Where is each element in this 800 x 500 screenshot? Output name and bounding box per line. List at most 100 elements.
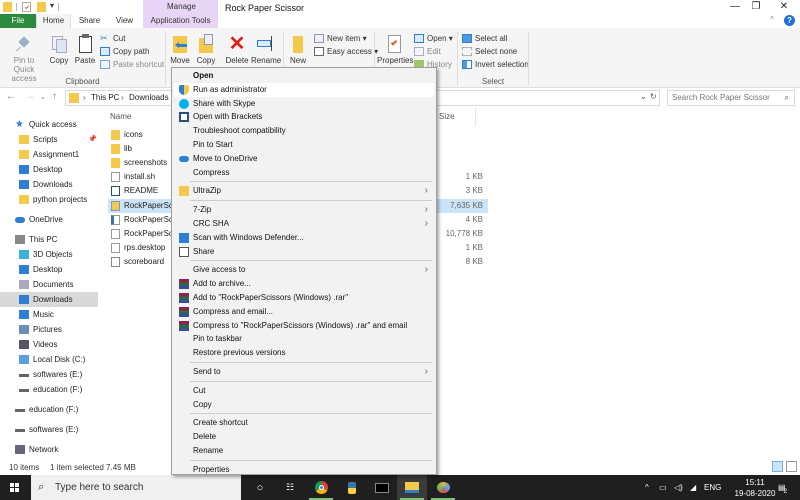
notification-center-icon[interactable]: ▤ 2	[778, 475, 787, 500]
menu-item-pin-to-start[interactable]: Pin to Start	[174, 138, 434, 152]
clock[interactable]: 15:11 19-08-2020	[730, 475, 780, 500]
new-folder-icon[interactable]	[37, 2, 46, 12]
cortana-icon[interactable]: ○	[245, 475, 275, 500]
nav-item-python-projects[interactable]: python projects	[0, 192, 98, 207]
move-to-button[interactable]: Move	[168, 34, 192, 65]
menu-item-share-with-skype[interactable]: Share with Skype	[174, 97, 434, 111]
up-button[interactable]: ↑	[52, 91, 57, 102]
customize-qat-icon[interactable]: ▾	[50, 1, 54, 10]
menu-item-add-to-archive[interactable]: Add to archive...	[174, 277, 434, 291]
menu-item-run-as-administrator[interactable]: Run as administrator	[174, 82, 434, 97]
nav-item-3d-objects[interactable]: 3D Objects	[0, 247, 98, 262]
nav-item-downloads[interactable]: Downloads	[0, 177, 98, 192]
chrome-icon[interactable]	[306, 475, 336, 500]
menu-item-delete[interactable]: Delete	[174, 430, 434, 444]
open-button[interactable]: Open ▾	[414, 33, 453, 45]
paste-shortcut-button[interactable]: Paste shortcut	[100, 59, 164, 71]
copy-path-button[interactable]: Copy path	[100, 46, 149, 58]
menu-item-copy[interactable]: Copy	[174, 398, 434, 412]
tab-home[interactable]: Home	[36, 14, 71, 28]
breadcrumb-downloads[interactable]: Downloads	[129, 93, 169, 102]
menu-item-compress-to-rockpaperscissors-windows-rar-and-email[interactable]: Compress to "RockPaperScissors (Windows)…	[174, 319, 434, 333]
taskbar-search-input[interactable]: ⌕ Type here to search	[31, 475, 241, 500]
nav-item-videos[interactable]: Videos	[0, 337, 98, 352]
copy-button[interactable]: Copy	[47, 34, 71, 65]
help-icon[interactable]: ?	[784, 15, 795, 26]
nav-item-music[interactable]: Music	[0, 307, 98, 322]
nav-item-assignment1[interactable]: Assignment1	[0, 147, 98, 162]
rename-button[interactable]: Rename	[251, 34, 281, 65]
pin-to-quick-access-button[interactable]: Pin to Quick access	[3, 34, 45, 83]
menu-item-restore-previous-versions[interactable]: Restore previous versions	[174, 346, 434, 360]
menu-item-move-to-onedrive[interactable]: Move to OneDrive	[174, 152, 434, 166]
menu-item-give-access-to[interactable]: Give access to ›	[174, 263, 434, 277]
menu-item-rename[interactable]: Rename	[174, 444, 434, 458]
column-header-name[interactable]: Name	[110, 112, 131, 121]
search-input[interactable]: Search Rock Paper Scissor ⌕	[667, 90, 795, 106]
menu-item-7-zip[interactable]: 7-Zip ›	[174, 203, 434, 217]
python-icon[interactable]	[337, 475, 367, 500]
address-dropdown-icon[interactable]: ⌄	[640, 92, 647, 101]
nav-item-scripts[interactable]: Scripts 📌	[0, 132, 98, 147]
nav-item-desktop[interactable]: Desktop	[0, 162, 98, 177]
easy-access-button[interactable]: Easy access ▾	[314, 46, 378, 58]
nav-item-softwares-e[interactable]: softwares (E:)	[0, 422, 98, 437]
large-icons-view-button[interactable]	[786, 461, 797, 472]
menu-item-open[interactable]: Open	[174, 69, 434, 83]
select-all-button[interactable]: Select all	[462, 33, 507, 45]
nav-item-network[interactable]: Network	[0, 442, 98, 457]
language-indicator[interactable]: ENG	[704, 475, 721, 500]
nav-item-pictures[interactable]: Pictures	[0, 322, 98, 337]
breadcrumb-this-pc[interactable]: This PC	[91, 93, 119, 102]
properties-button[interactable]: Properties	[377, 34, 413, 65]
wifi-icon[interactable]: ◢	[690, 475, 696, 500]
details-view-button[interactable]	[772, 461, 783, 472]
menu-item-scan-with-windows-defender[interactable]: Scan with Windows Defender...	[174, 231, 434, 245]
delete-button[interactable]: ✕ Delete	[224, 34, 250, 65]
file-explorer-icon[interactable]	[397, 475, 427, 500]
tab-share[interactable]: Share	[73, 14, 106, 28]
menu-item-send-to[interactable]: Send to ›	[174, 365, 434, 379]
properties-icon[interactable]	[22, 2, 31, 12]
close-button[interactable]: ✕	[771, 0, 797, 14]
menu-item-compress-and-email[interactable]: Compress and email...	[174, 305, 434, 319]
task-view-icon[interactable]: ☷	[275, 475, 305, 500]
cut-button[interactable]: ✂ Cut	[100, 33, 125, 45]
nav-item-local-disk-c[interactable]: Local Disk (C:)	[0, 352, 98, 367]
menu-item-open-with-brackets[interactable]: Open with Brackets	[174, 110, 434, 124]
menu-item-crc-sha[interactable]: CRC SHA ›	[174, 217, 434, 231]
menu-item-compress[interactable]: Compress	[174, 166, 434, 180]
battery-icon[interactable]: ▭	[659, 475, 667, 500]
terminal-icon[interactable]	[367, 475, 397, 500]
tab-application-tools[interactable]: Application Tools	[143, 14, 218, 28]
new-item-button[interactable]: New item ▾	[314, 33, 367, 45]
nav-item-this-pc[interactable]: This PC	[0, 232, 98, 247]
maximize-button[interactable]: ❐	[743, 0, 769, 14]
menu-item-cut[interactable]: Cut	[174, 384, 434, 398]
collapse-ribbon-icon[interactable]: ^	[770, 15, 774, 24]
menu-item-add-to-rockpaperscissors-windows-rar[interactable]: Add to "RockPaperScissors (Windows) .rar…	[174, 291, 434, 305]
menu-item-share[interactable]: Share	[174, 245, 434, 259]
forward-button[interactable]: →	[25, 91, 35, 102]
menu-item-troubleshoot-compatibility[interactable]: Troubleshoot compatibility	[174, 124, 434, 138]
start-button[interactable]	[0, 475, 31, 500]
nav-item-downloads[interactable]: Downloads	[0, 292, 98, 307]
menu-item-pin-to-taskbar[interactable]: Pin to taskbar	[174, 332, 434, 346]
copy-to-button[interactable]: Copy	[194, 34, 218, 65]
menu-item-create-shortcut[interactable]: Create shortcut	[174, 416, 434, 430]
recent-locations-button[interactable]: ⌄	[40, 93, 46, 101]
nav-item-onedrive[interactable]: OneDrive	[0, 212, 98, 227]
menu-item-properties[interactable]: Properties	[174, 463, 434, 477]
refresh-icon[interactable]: ↻	[650, 92, 657, 101]
edit-button[interactable]: Edit	[414, 46, 441, 58]
new-folder-button[interactable]: New	[286, 34, 310, 65]
column-header-size[interactable]: Size	[439, 112, 455, 121]
nav-item-education-f[interactable]: education (F:)	[0, 382, 98, 397]
tray-overflow-icon[interactable]: ^	[645, 475, 649, 500]
tab-view[interactable]: View	[108, 14, 141, 28]
nav-item-education-f[interactable]: education (F:)	[0, 402, 98, 417]
menu-item-ultrazip[interactable]: UltraZip ›	[174, 184, 434, 198]
nav-item-documents[interactable]: Documents	[0, 277, 98, 292]
paste-button[interactable]: Paste	[73, 34, 97, 65]
nav-item-quick-access[interactable]: ★ Quick access	[0, 117, 98, 132]
